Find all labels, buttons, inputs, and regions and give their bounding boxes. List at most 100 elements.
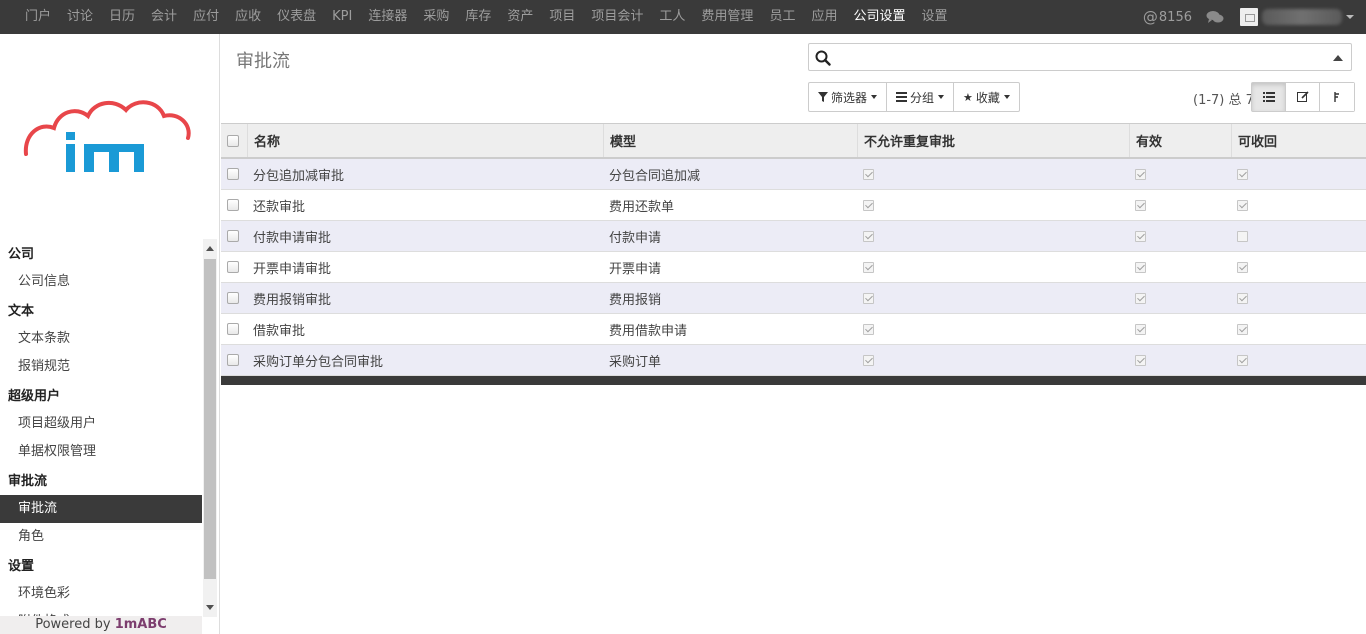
mention-counter[interactable]: @ 8156 [1143, 8, 1192, 26]
cell-model: 分包合同追加减 [609, 168, 701, 184]
topnav-item[interactable]: 会计 [143, 0, 185, 34]
no-repeat-checkbox [863, 230, 874, 242]
cell-active [1129, 190, 1231, 220]
pager-value[interactable]: (1-7) 总 7 [1193, 89, 1254, 108]
active-checkbox [1135, 354, 1146, 366]
scroll-down-icon[interactable] [206, 605, 214, 610]
active-checkbox [1135, 292, 1146, 304]
recallable-checkbox [1237, 230, 1248, 242]
sidebar-item[interactable]: 文本条款 [0, 325, 202, 353]
table-row[interactable]: 费用报销审批 费用报销 [221, 283, 1366, 314]
topnav-item[interactable]: 门户 [17, 0, 59, 34]
column-header-model[interactable]: 模型 [603, 124, 857, 157]
edit-icon [1296, 91, 1309, 102]
table-row[interactable]: 采购订单分包合同审批 采购订单 [221, 345, 1366, 376]
sidebar-item[interactable]: 环境色彩 [0, 580, 202, 608]
row-select-checkbox[interactable] [227, 168, 239, 180]
row-select-cell [221, 314, 247, 344]
group-by-label: 分组 [910, 90, 935, 105]
column-header-no-repeat[interactable]: 不允许重复审批 [857, 124, 1129, 157]
table-row[interactable]: 开票申请审批 开票申请 [221, 252, 1366, 283]
row-select-checkbox[interactable] [227, 323, 239, 335]
row-select-cell [221, 159, 247, 189]
topnav-item[interactable]: 应付 [185, 0, 227, 34]
active-checkbox [1135, 168, 1146, 180]
search-options-toggle-icon[interactable] [1333, 55, 1343, 61]
search-box[interactable] [808, 43, 1352, 71]
cell-no-repeat [857, 283, 1129, 313]
powered-by-brand-link[interactable]: 1mABC [115, 617, 167, 632]
table-row[interactable]: 分包追加减审批 分包合同追加减 [221, 159, 1366, 190]
topnav-item[interactable]: 公司设置 [845, 0, 913, 34]
chevron-down-icon [1003, 95, 1010, 99]
table-row[interactable]: 借款审批 费用借款申请 [221, 314, 1366, 345]
topnav-item[interactable]: 费用管理 [693, 0, 761, 34]
sidebar-section-title: 文本 [8, 304, 35, 319]
column-header-active[interactable]: 有效 [1129, 124, 1231, 157]
row-select-checkbox[interactable] [227, 292, 239, 304]
chevron-down-icon [1346, 15, 1354, 19]
row-select-checkbox[interactable] [227, 261, 239, 273]
topnav-item[interactable]: 工人 [651, 0, 693, 34]
cell-no-repeat [857, 314, 1129, 344]
pivot-view-button[interactable] [1320, 83, 1354, 111]
topnav-item[interactable]: 设置 [913, 0, 955, 34]
filter-button[interactable]: 筛选器 [809, 83, 888, 111]
no-repeat-checkbox [863, 354, 874, 366]
topnav-item[interactable]: 应用 [803, 0, 845, 34]
topnav-item[interactable]: 连接器 [360, 0, 415, 34]
sidebar-scrollbar[interactable] [203, 239, 217, 617]
powered-by-text: Powered by [35, 617, 115, 632]
topnav-item[interactable]: 讨论 [59, 0, 101, 34]
row-select-checkbox[interactable] [227, 230, 239, 242]
table-row[interactable]: 付款申请审批 付款申请 [221, 221, 1366, 252]
sidebar-item[interactable]: 单据权限管理 [0, 438, 202, 466]
group-by-button[interactable]: 分组 [887, 83, 955, 111]
pivot-icon [1334, 92, 1339, 102]
cell-name: 付款申请审批 [253, 230, 332, 246]
sidebar-item[interactable]: 角色 [0, 523, 202, 551]
company-logo [23, 100, 191, 172]
sidebar-item[interactable]: 报销规范 [0, 353, 202, 381]
topnav-item[interactable]: 库存 [457, 0, 499, 34]
list-icon [896, 92, 908, 102]
row-select-checkbox[interactable] [227, 354, 239, 366]
sidebar-section-title: 超级用户 [8, 389, 61, 404]
chat-icon[interactable] [1206, 10, 1224, 24]
select-all-cell [221, 124, 247, 157]
topnav-item[interactable]: 应收 [227, 0, 269, 34]
row-select-checkbox[interactable] [227, 199, 239, 211]
favorites-button[interactable]: ★ 收藏 [954, 83, 1019, 111]
view-switcher [1251, 82, 1355, 112]
topnav-item[interactable]: 仪表盘 [269, 0, 324, 34]
topnav-item[interactable]: 日历 [101, 0, 143, 34]
cell-model: 费用还款单 [609, 199, 675, 215]
sidebar-item[interactable]: 公司信息 [0, 268, 202, 296]
cell-model: 费用借款申请 [609, 323, 688, 339]
scrollbar-thumb[interactable] [204, 259, 216, 579]
sidebar-item[interactable]: 项目超级用户 [0, 410, 202, 438]
form-view-button[interactable] [1286, 83, 1320, 111]
topnav-item[interactable]: 员工 [761, 0, 803, 34]
recallable-checkbox [1237, 354, 1248, 366]
column-header-recallable[interactable]: 可收回 [1231, 124, 1366, 157]
table-row[interactable]: 还款审批 费用还款单 [221, 190, 1366, 221]
topnav-item[interactable]: KPI [324, 0, 360, 34]
no-repeat-checkbox [863, 168, 874, 180]
column-header-name[interactable]: 名称 [247, 124, 603, 157]
topnav-item[interactable]: 项目 [541, 0, 583, 34]
chevron-down-icon [938, 95, 945, 99]
list-view-button[interactable] [1252, 83, 1286, 111]
topnav-item[interactable]: 资产 [499, 0, 541, 34]
cell-name: 开票申请审批 [253, 261, 332, 277]
mention-count: 8156 [1158, 9, 1192, 25]
topnav-item[interactable]: 项目会计 [583, 0, 651, 34]
select-all-checkbox[interactable] [227, 134, 239, 147]
at-icon: @ [1142, 8, 1158, 26]
top-right-area: @ 8156 [1143, 0, 1366, 34]
user-menu[interactable] [1240, 8, 1354, 26]
scroll-up-icon[interactable] [206, 246, 214, 251]
search-input[interactable] [835, 47, 1315, 67]
topnav-item[interactable]: 采购 [415, 0, 457, 34]
sidebar-item[interactable]: 审批流 [0, 495, 202, 523]
